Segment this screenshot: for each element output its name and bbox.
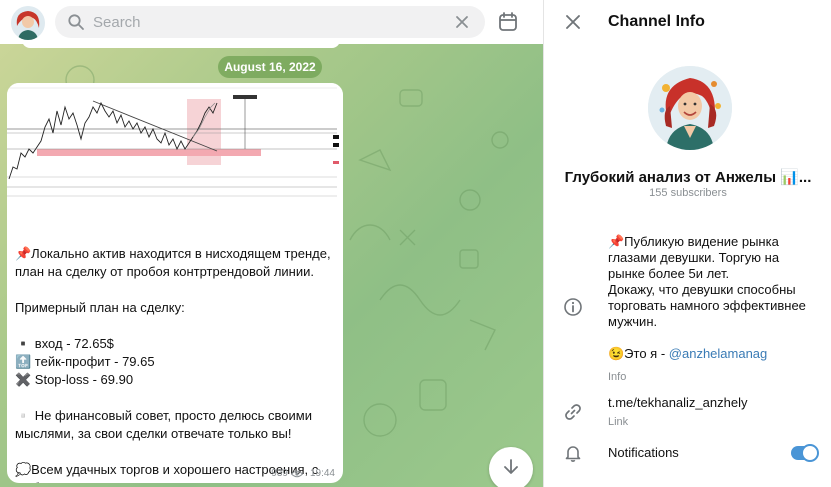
link-label: Link <box>608 416 629 428</box>
chart-image[interactable] <box>7 83 343 231</box>
description-line: 📌Публикую видение рынка глазами девушки.… <box>608 234 780 281</box>
message-time: 19:44 <box>309 468 335 479</box>
arrow-down-icon <box>504 459 518 474</box>
message-paragraph: 📌Локально актив находится в нисходящем т… <box>15 246 331 279</box>
link-icon <box>565 404 581 420</box>
handle-prefix: 😉Это я - <box>608 346 669 361</box>
calendar-icon[interactable] <box>497 11 519 33</box>
avatar[interactable] <box>11 6 45 40</box>
chat-area: August 16, 2022 📌Локально актив находитс… <box>0 0 543 487</box>
view-count: 939 <box>271 468 288 479</box>
author-handle-link[interactable]: @anzhelamanag <box>669 346 767 361</box>
notifications-toggle[interactable] <box>791 444 819 462</box>
panel-title: Channel Info <box>608 13 705 30</box>
channel-name: Глубокий анализ от Анжелы 📊... <box>564 169 812 186</box>
toggle-knob <box>801 444 819 462</box>
plan-heading: Примерный план на сделку: <box>15 300 185 315</box>
description-handle-line: 😉Это я - @anzhelamanag <box>608 346 818 362</box>
search-icon <box>68 14 84 30</box>
channel-avatar[interactable] <box>648 66 732 150</box>
channel-link[interactable]: t.me/tekhanaliz_anzhely <box>608 395 747 410</box>
search-box[interactable] <box>55 6 485 38</box>
stop-loss-line: ✖️ Stop-loss - 69.90 <box>15 372 134 387</box>
close-icon[interactable] <box>565 14 581 30</box>
message-bubble[interactable]: 📌Локально актив находится в нисходящем т… <box>7 83 343 483</box>
notifications-label: Notifications <box>608 445 679 460</box>
chat-list-header <box>0 0 543 44</box>
entry-line: ▪️ вход - 72.65$ <box>15 336 114 351</box>
close-icon[interactable] <box>453 13 471 31</box>
search-input[interactable] <box>93 10 443 34</box>
info-label: Info <box>608 371 627 383</box>
subscriber-count: 155 subscribers <box>649 187 727 199</box>
previous-message-bubble <box>22 40 340 48</box>
channel-info-panel: Channel Info Глубокий анализ от Анжелы 📊… <box>543 0 831 487</box>
disclaimer-line: ▫️ Не финансовый совет, просто делюсь св… <box>15 408 312 441</box>
description-line: Докажу, что девушки способны торговать н… <box>608 282 806 329</box>
message-meta: 939 19:44 <box>271 468 335 479</box>
channel-description: 📌Публикую видение рынка глазами девушки.… <box>608 234 818 362</box>
bell-icon <box>565 446 581 462</box>
date-separator: August 16, 2022 <box>218 56 322 78</box>
scroll-down-button[interactable] <box>489 447 533 487</box>
take-profit-line: 🔝 тейк-профит - 79.65 <box>15 354 155 369</box>
message-text: 📌Локально актив находится в нисходящем т… <box>15 245 337 483</box>
eye-icon <box>290 470 303 477</box>
info-icon <box>564 298 582 316</box>
